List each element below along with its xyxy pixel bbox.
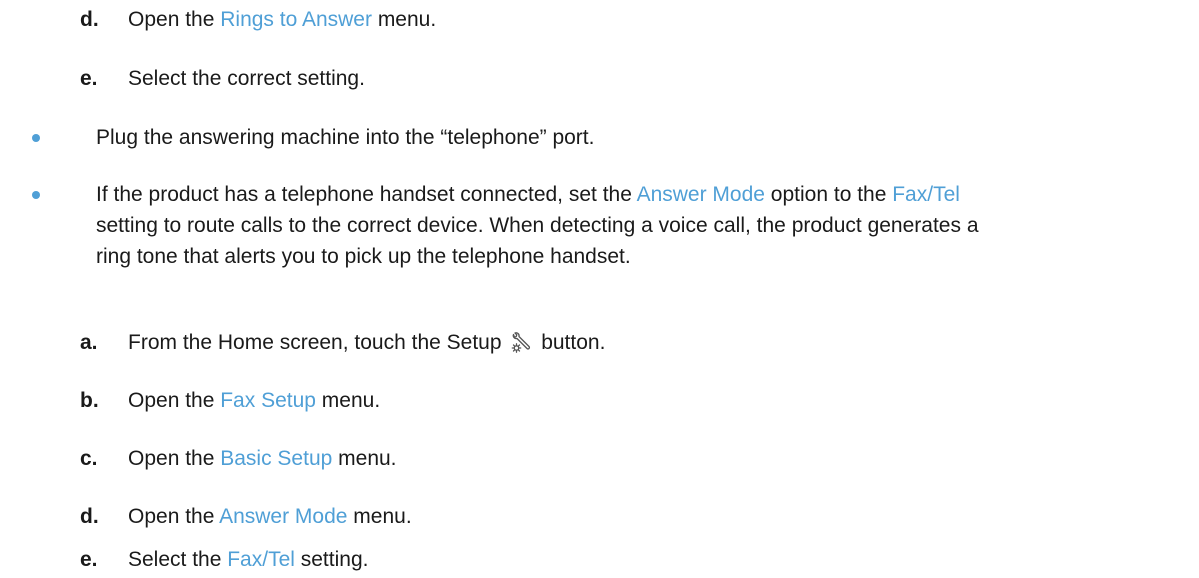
answer-mode-menu-link: Answer Mode (219, 505, 348, 528)
setup-wrench-gear-icon (509, 331, 533, 355)
document-page: d. Open the Rings to Answer menu. e. Sel… (0, 0, 1199, 578)
fax-tel-setting-link: Fax/Tel (227, 548, 295, 571)
step-text-post: menu. (347, 505, 412, 528)
bullet-paragraph-handset: If the product has a telephone handset c… (96, 179, 1191, 272)
fax-tel-setting-link: Fax/Tel (892, 183, 960, 206)
step-text: From the Home screen, touch the Setup bu… (128, 327, 605, 358)
step-marker: d. (80, 505, 99, 528)
basic-setup-menu-link: Basic Setup (220, 447, 333, 470)
step-text-post: menu. (315, 389, 381, 412)
paragraph-line-3: ring tone that alerts you to pick up the… (96, 245, 631, 268)
paragraph-line-2: setting to route calls to the correct de… (96, 214, 979, 237)
step-marker: d. (80, 8, 99, 31)
step-text: Open the Fax Setup menu. (128, 385, 380, 416)
step-text-pre: From the Home screen, touch the Setup (128, 331, 508, 354)
paragraph-text: If the product has a telephone handset c… (96, 183, 637, 206)
answer-mode-option-link: Answer Mode (636, 183, 765, 206)
paragraph-text: option to the (764, 183, 893, 206)
step-text: Open the Rings to Answer menu. (128, 4, 436, 35)
step-text: Open the Answer Mode menu. (128, 501, 412, 532)
step-text-post: menu. (371, 8, 437, 31)
step-marker: e. (80, 548, 98, 571)
step-marker: b. (80, 389, 99, 412)
step-text-pre: Open the (128, 8, 221, 31)
step-text: Open the Basic Setup menu. (128, 443, 397, 474)
step-text-pre: Select the (128, 548, 228, 571)
step-text: Select the Fax/Tel setting. (128, 544, 368, 575)
rings-to-answer-menu-link: Rings to Answer (220, 8, 372, 31)
fax-setup-menu-link: Fax Setup (220, 389, 316, 412)
step-text-pre: Open the (128, 447, 221, 470)
step-text-post: menu. (332, 447, 397, 470)
step-text-pre: Open the (128, 389, 221, 412)
paragraph-line-1: If the product has a telephone handset c… (96, 179, 1191, 210)
step-marker: a. (80, 331, 98, 354)
step-text-post: button. (535, 331, 606, 354)
bullet-text: Plug the answering machine into the “tel… (96, 126, 595, 149)
step-text-pre: Open the (128, 505, 220, 528)
step-text-post: setting. (294, 548, 369, 571)
step-text: Select the correct setting. (128, 67, 365, 90)
step-marker: c. (80, 447, 98, 470)
step-marker: e. (80, 67, 98, 90)
